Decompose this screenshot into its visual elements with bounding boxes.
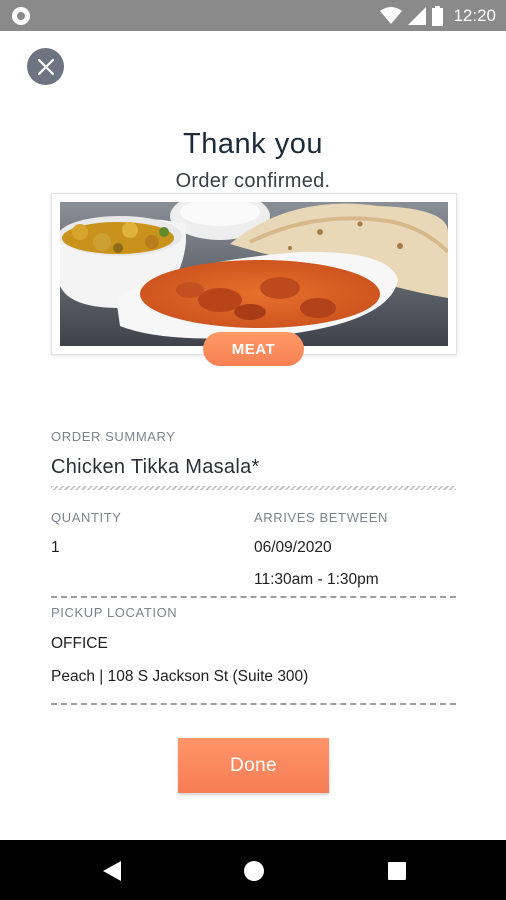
recents-icon: [388, 862, 406, 880]
pickup-address: Peach | 108 S Jackson St (Suite 300): [51, 668, 309, 685]
page-title: Thank you: [183, 128, 323, 160]
status-icons: 12:20: [380, 4, 496, 28]
arrival-date: 06/09/2020: [254, 539, 332, 556]
pickup-type: OFFICE: [51, 635, 108, 652]
home-icon: [244, 861, 264, 881]
quantity-value: 1: [51, 539, 60, 556]
divider: [51, 703, 456, 705]
arrival-time: 11:30am - 1:30pm: [254, 571, 379, 588]
status-bar: 12:20: [0, 0, 506, 31]
navigation-bar: [0, 840, 506, 900]
back-button[interactable]: [99, 858, 125, 884]
status-time: 12:20: [453, 6, 496, 25]
done-button[interactable]: Done: [178, 738, 329, 793]
divider: [51, 596, 456, 598]
category-badge: MEAT: [203, 332, 304, 366]
item-name: Chicken Tikka Masala*: [51, 456, 260, 478]
home-button[interactable]: [241, 858, 267, 884]
divider: [51, 486, 456, 490]
wifi-icon: [380, 7, 403, 24]
battery-icon: [432, 6, 444, 26]
meal-image-card: [51, 193, 457, 355]
arrives-between-label: ARRIVES BETWEEN: [254, 510, 388, 525]
notification-icon: [12, 7, 30, 25]
meal-image: [60, 202, 448, 346]
close-icon: [37, 58, 54, 75]
recents-button[interactable]: [384, 858, 410, 884]
page-subtitle: Order confirmed.: [175, 170, 331, 192]
close-button[interactable]: [27, 48, 64, 85]
order-summary-label: ORDER SUMMARY: [51, 429, 176, 444]
quantity-label: QUANTITY: [51, 510, 122, 525]
pickup-location-label: PICKUP LOCATION: [51, 605, 178, 620]
back-icon: [103, 861, 121, 881]
signal-icon: [408, 7, 427, 25]
